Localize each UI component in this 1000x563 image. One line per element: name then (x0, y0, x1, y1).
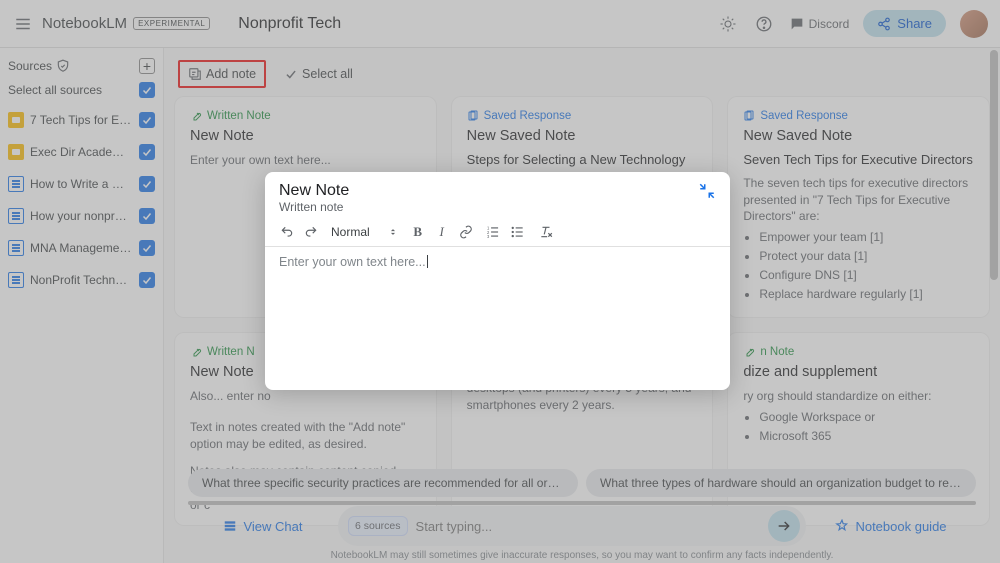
bullet-list-icon[interactable] (510, 224, 526, 240)
undo-icon[interactable] (279, 224, 295, 240)
updown-icon (388, 227, 398, 237)
editor-body[interactable]: Enter your own text here... (265, 247, 730, 390)
link-icon[interactable] (458, 224, 474, 240)
clear-format-icon[interactable] (538, 224, 554, 240)
note-editor-modal: New Note Written note Normal B I 123 Ent (265, 172, 730, 390)
collapse-icon[interactable] (698, 182, 716, 200)
editor-toolbar: Normal B I 123 (265, 220, 730, 247)
style-select[interactable]: Normal (331, 225, 398, 239)
ordered-list-icon[interactable]: 123 (486, 224, 502, 240)
bold-icon[interactable]: B (410, 224, 426, 240)
svg-text:3: 3 (487, 234, 490, 239)
style-select-label: Normal (331, 225, 370, 239)
modal-subtitle: Written note (279, 200, 349, 214)
modal-title[interactable]: New Note (279, 182, 349, 200)
editor-placeholder: Enter your own text here... (279, 255, 428, 269)
italic-icon[interactable]: I (434, 224, 450, 240)
redo-icon[interactable] (303, 224, 319, 240)
